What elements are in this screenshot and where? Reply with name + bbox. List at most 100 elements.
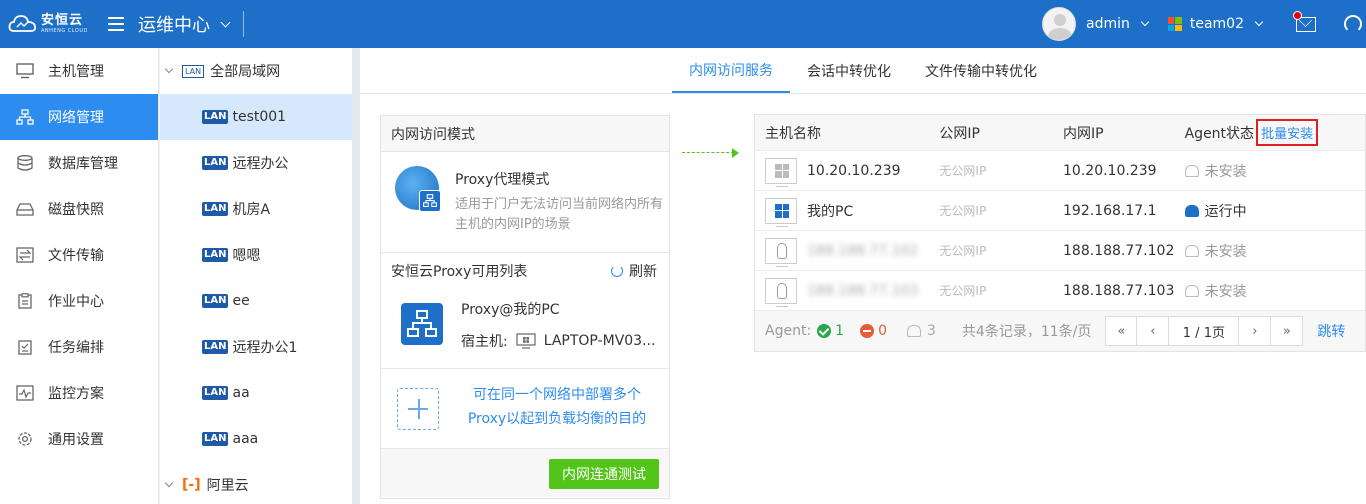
sidebar-item-label: 监控方案 bbox=[48, 386, 104, 402]
table-row[interactable]: 10.20.10.239 无公网IP 10.20.10.239 未安装 bbox=[755, 151, 1365, 191]
logo[interactable]: 安恒云 ANHENG CLOUD bbox=[0, 0, 90, 48]
batch-install-button[interactable]: 批量安装 bbox=[1256, 119, 1319, 146]
sidebar-item-file-transfer[interactable]: 文件传输 bbox=[0, 232, 158, 278]
tree-item[interactable]: LAN 嗯嗯 bbox=[160, 232, 352, 278]
user-name[interactable]: admin bbox=[1086, 16, 1130, 32]
sidebar-item-network[interactable]: 网络管理 bbox=[0, 94, 158, 140]
divider bbox=[243, 11, 244, 37]
app-title[interactable]: 运维中心 bbox=[138, 11, 210, 37]
mail-icon[interactable] bbox=[1293, 10, 1316, 32]
chevron-down-icon[interactable] bbox=[1140, 17, 1150, 27]
sidebar-item-label: 任务编排 bbox=[48, 340, 104, 356]
windows-monitor-icon bbox=[516, 333, 536, 349]
lan-icon: LAN bbox=[202, 294, 229, 308]
transfer-icon bbox=[16, 247, 34, 263]
table-row[interactable]: 我的PC 无公网IP 192.168.17.1 运行中 bbox=[755, 191, 1365, 231]
jump-button[interactable]: 跳转 bbox=[1317, 321, 1345, 341]
sidebar-item-label: 磁盘快照 bbox=[48, 202, 104, 218]
chevron-down-icon[interactable] bbox=[1254, 17, 1264, 27]
sidebar-item-orchestration[interactable]: 任务编排 bbox=[0, 324, 158, 370]
agent-error-count[interactable]: 0 bbox=[878, 323, 887, 339]
sidebar-item-label: 网络管理 bbox=[48, 110, 104, 126]
arrow-right-icon bbox=[732, 148, 739, 158]
task-icon bbox=[18, 340, 32, 355]
proxy-item[interactable]: Proxy@我的PC 宿主机: LAPTOP-MV03... bbox=[381, 289, 669, 369]
col-agent-status: Agent状态 bbox=[1184, 125, 1255, 142]
tree-item[interactable]: LAN 远程办公1 bbox=[160, 324, 352, 370]
connectivity-test-button[interactable]: 内网连通测试 bbox=[549, 459, 659, 489]
sidebar-item-host[interactable]: 主机管理 bbox=[0, 48, 158, 94]
refresh-icon bbox=[611, 265, 623, 277]
sidebar-item-label: 主机管理 bbox=[48, 64, 104, 80]
last-page-button[interactable]: » bbox=[1271, 316, 1304, 346]
tree-item[interactable]: LAN 机房A bbox=[160, 186, 352, 232]
record-summary: 共4条记录，11条/页 bbox=[961, 324, 1092, 340]
table-row[interactable]: 188.188.77.103 无公网IP 188.188.77.103 未安装 bbox=[755, 271, 1365, 311]
agent-cloud-icon bbox=[907, 325, 921, 337]
add-proxy-button[interactable] bbox=[397, 388, 439, 430]
sidebar-item-job-center[interactable]: 作业中心 bbox=[0, 278, 158, 324]
lan-icon: LAN bbox=[202, 202, 229, 216]
proxy-list-title: 安恒云Proxy可用列表 bbox=[391, 264, 528, 280]
mode-title: Proxy代理模式 bbox=[455, 172, 550, 188]
add-proxy-hint[interactable]: 可在同一个网络中部署多个Proxy以起到负载均衡的目的 bbox=[457, 383, 657, 431]
menu-toggle-icon[interactable] bbox=[108, 17, 124, 31]
lan-icon: LAN bbox=[202, 386, 229, 400]
tab-session-relay[interactable]: 会话中转优化 bbox=[790, 48, 908, 93]
chevron-down-icon[interactable] bbox=[164, 64, 174, 74]
lan-outline-icon: LAN bbox=[182, 64, 205, 78]
agent-running-icon bbox=[1184, 204, 1199, 217]
splitter[interactable] bbox=[352, 48, 360, 504]
agent-none-count[interactable]: 3 bbox=[927, 323, 936, 339]
sidebar-item-database[interactable]: 数据库管理 bbox=[0, 140, 158, 186]
proxy-mode-card[interactable]: Proxy代理模式 适用于门户无法访问当前网络内所有主机的内网IP的场景 bbox=[381, 152, 669, 253]
tab-file-relay[interactable]: 文件传输中转优化 bbox=[908, 48, 1054, 93]
sidebar-item-snapshot[interactable]: 磁盘快照 bbox=[0, 186, 158, 232]
next-page-button[interactable]: › bbox=[1239, 316, 1272, 346]
panel-title: 内网访问模式 bbox=[381, 116, 669, 152]
table-header: 主机名称 公网IP 内网IP Agent状态 批量安装 bbox=[755, 115, 1365, 151]
sidebar-item-monitoring[interactable]: 监控方案 bbox=[0, 370, 158, 416]
tree-root[interactable]: LAN 全部局域网 bbox=[160, 48, 352, 94]
network-badge-icon bbox=[419, 190, 441, 212]
agent-cloud-icon bbox=[1184, 284, 1199, 297]
tab-intranet-access[interactable]: 内网访问服务 bbox=[672, 48, 790, 93]
col-public-ip: 公网IP bbox=[939, 125, 980, 142]
agent-ok-count[interactable]: 1 bbox=[835, 323, 844, 339]
lan-icon: LAN bbox=[202, 248, 229, 262]
prev-page-button[interactable]: ‹ bbox=[1137, 316, 1170, 346]
sidebar-item-label: 文件传输 bbox=[48, 248, 104, 264]
chevron-down-icon[interactable] bbox=[164, 478, 174, 488]
clipboard-icon bbox=[18, 293, 32, 309]
dashed-connector bbox=[682, 152, 734, 153]
tree-item[interactable]: LAN aa bbox=[160, 370, 352, 416]
check-circle-icon bbox=[817, 324, 832, 338]
table-row[interactable]: 188.188.77.102 无公网IP 188.188.77.102 未安装 bbox=[755, 231, 1365, 271]
host-table: 主机名称 公网IP 内网IP Agent状态 批量安装 10.20.10.239… bbox=[754, 114, 1366, 352]
tree-item[interactable]: LAN 远程办公 bbox=[160, 140, 352, 186]
proxy-network-icon bbox=[401, 303, 443, 345]
tree-item[interactable]: LAN test001 bbox=[160, 94, 352, 140]
chevron-down-icon[interactable] bbox=[220, 17, 231, 27]
tree-item[interactable]: LAN ee bbox=[160, 278, 352, 324]
tree-root-aliyun[interactable]: [-] 阿里云 bbox=[160, 462, 352, 504]
agent-cloud-icon bbox=[1184, 164, 1199, 177]
tree-root-label: 阿里云 bbox=[206, 478, 249, 494]
col-host-name: 主机名称 bbox=[765, 125, 821, 142]
tab-bar: 内网访问服务 会话中转优化 文件传输中转优化 bbox=[360, 48, 1366, 94]
team-name[interactable]: team02 bbox=[1190, 16, 1244, 32]
logo-subtext: ANHENG CLOUD bbox=[41, 28, 88, 34]
linux-os-icon bbox=[765, 237, 797, 267]
refresh-button[interactable]: 刷新 bbox=[611, 261, 657, 281]
gear-icon bbox=[18, 432, 32, 446]
support-icon[interactable] bbox=[1344, 15, 1362, 33]
tree-root-label: 全部局域网 bbox=[210, 64, 281, 80]
lan-icon: LAN bbox=[202, 110, 229, 124]
tree-item[interactable]: LAN aaa bbox=[160, 416, 352, 462]
sidebar-item-settings[interactable]: 通用设置 bbox=[0, 416, 158, 462]
first-page-button[interactable]: « bbox=[1105, 316, 1138, 346]
logo-text: 安恒云 bbox=[41, 13, 84, 28]
host-label: 宿主机: bbox=[461, 334, 508, 350]
lan-icon: LAN bbox=[202, 340, 229, 354]
avatar[interactable] bbox=[1041, 7, 1076, 41]
